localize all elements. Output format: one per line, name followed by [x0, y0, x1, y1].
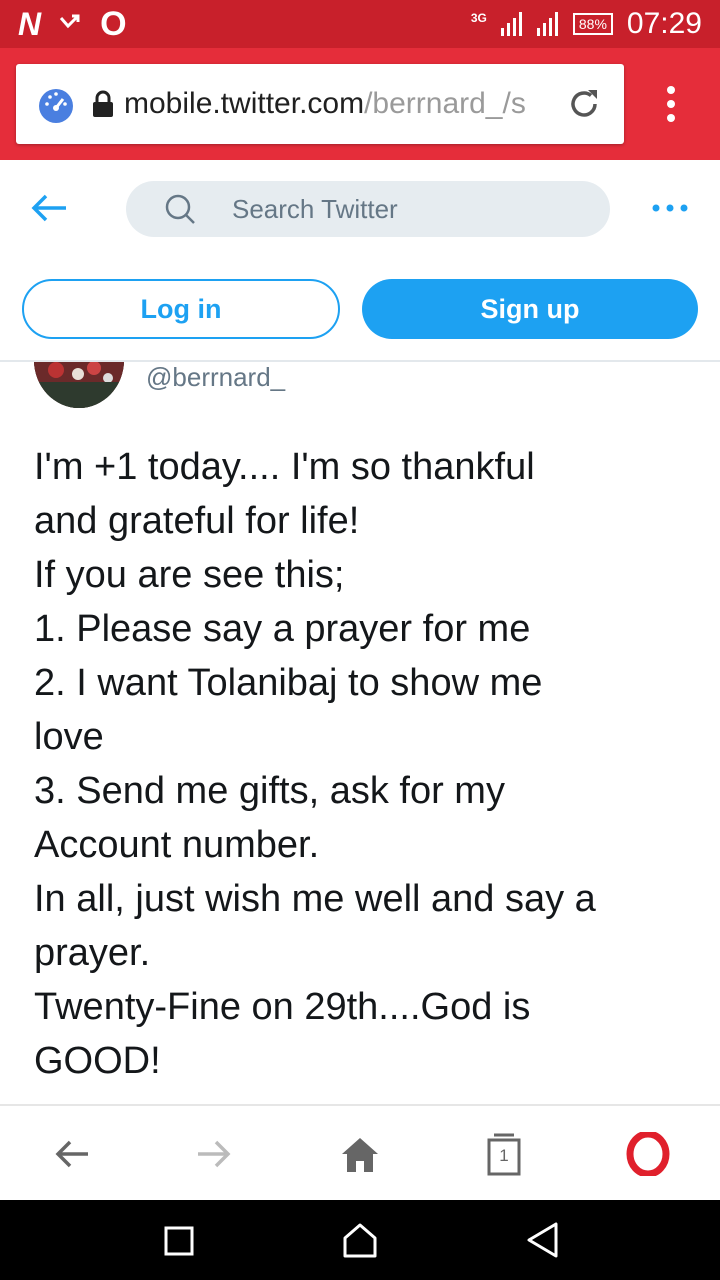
signal-icon	[500, 12, 522, 36]
status-time: 07:29	[626, 7, 702, 40]
tweet-line: In all, just wish me well and say a	[34, 878, 596, 920]
system-home-icon[interactable]	[340, 1220, 380, 1260]
tweet-line: I'm +1 today.... I'm so thankful	[34, 446, 535, 488]
url-path: /berrnard_/s	[364, 87, 526, 120]
missed-call-icon	[59, 14, 80, 29]
search-input[interactable]: Search Twitter	[126, 181, 610, 237]
tweet-line: Twenty-Fine on 29th....God is	[34, 986, 531, 1028]
tweet-line: 1. Please say a prayer for me	[34, 608, 531, 650]
tweet-line: prayer.	[34, 932, 151, 974]
home-icon[interactable]	[340, 1136, 380, 1174]
tweet-content: @berrnard_ I'm +1 today.... I'm so thank…	[0, 362, 720, 1104]
tab-count: 1	[499, 1146, 509, 1165]
n-notification-icon: N	[18, 6, 41, 42]
tweet-line: love	[34, 716, 104, 758]
back-arrow-icon[interactable]	[28, 190, 72, 226]
browser-bottom-nav: 1	[0, 1104, 720, 1202]
more-options-icon[interactable]	[650, 198, 690, 218]
tweet-line: 2. I want Tolanibaj to show me	[34, 662, 543, 704]
opera-menu-icon[interactable]	[626, 1132, 670, 1176]
tweet-line: and grateful for life!	[34, 500, 360, 542]
tweet-text: I'm +1 today.... I'm so thankful and gra…	[34, 440, 694, 1088]
search-icon	[165, 194, 195, 224]
twitter-header: Search Twitter Log in Sign up	[0, 160, 720, 362]
search-placeholder: Search Twitter	[232, 194, 398, 224]
menu-dots-icon[interactable]	[656, 84, 686, 124]
signal-icon-2	[536, 12, 558, 36]
opera-icon: O	[100, 5, 127, 43]
tweet-line: GOOD!	[34, 1040, 161, 1082]
url-host: mobile.twitter.com	[124, 87, 365, 120]
tweet-line: If you are see this;	[34, 554, 345, 596]
network-type: 3G	[470, 11, 487, 25]
system-navigation-bar	[0, 1200, 720, 1280]
system-back-icon[interactable]	[524, 1220, 560, 1260]
speed-dial-icon[interactable]	[36, 84, 76, 124]
reload-icon[interactable]	[564, 84, 604, 124]
tweet-line: Account number.	[34, 824, 320, 866]
status-bar: N O 3G 88% 07:29	[0, 0, 720, 48]
forward-icon[interactable]	[196, 1138, 232, 1170]
tweet-line: 3. Send me gifts, ask for my	[34, 770, 505, 812]
tweet-handle[interactable]: @berrnard_	[146, 362, 285, 392]
login-button[interactable]: Log in	[22, 279, 340, 339]
back-icon[interactable]	[54, 1138, 90, 1170]
address-bar[interactable]: mobile.twitter.com/berrnard_/s	[16, 64, 624, 144]
lock-icon	[93, 90, 113, 117]
url-text[interactable]: mobile.twitter.com/berrnard_/s	[124, 84, 564, 124]
status-left-icons: N O	[18, 6, 127, 42]
status-right: 3G 88% 07:29	[471, 6, 702, 42]
tabs-icon[interactable]: 1	[486, 1132, 522, 1176]
browser-toolbar: mobile.twitter.com/berrnard_/s	[0, 48, 720, 160]
avatar[interactable]	[34, 362, 124, 408]
signup-button[interactable]: Sign up	[362, 279, 698, 339]
recent-apps-icon[interactable]	[164, 1226, 194, 1256]
battery-indicator: 88%	[572, 13, 613, 35]
